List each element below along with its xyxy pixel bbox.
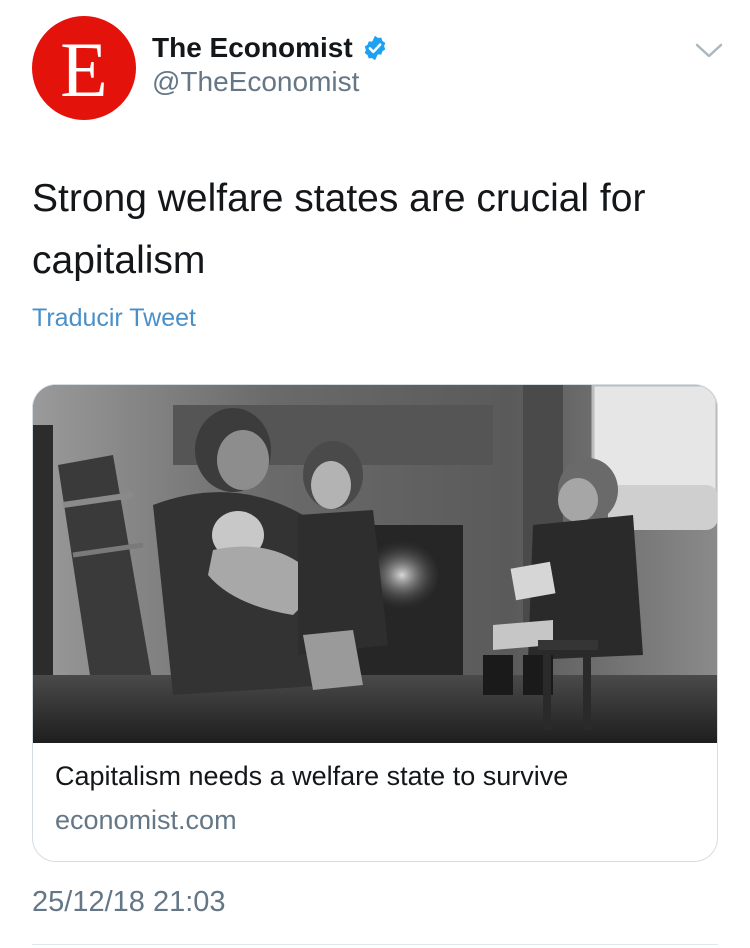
link-card[interactable]: Capitalism needs a welfare state to surv… — [32, 384, 718, 862]
card-image[interactable] — [33, 385, 717, 743]
author-handle[interactable]: @TheEconomist — [152, 66, 359, 98]
verified-badge-icon — [364, 35, 385, 61]
avatar[interactable]: E — [32, 16, 136, 120]
author-name-row[interactable]: The Economist — [152, 28, 389, 68]
card-photo — [33, 385, 717, 743]
card-title[interactable]: Capitalism needs a welfare state to surv… — [55, 761, 568, 792]
avatar-letter: E — [60, 26, 108, 113]
display-name[interactable]: The Economist — [152, 32, 353, 64]
chevron-down-icon[interactable] — [694, 40, 724, 62]
card-domain: economist.com — [55, 805, 237, 835]
tweet-timestamp[interactable]: 25/12/18 21:03 — [32, 886, 226, 919]
divider — [32, 944, 718, 945]
translate-tweet-link[interactable]: Traducir Tweet — [32, 304, 196, 333]
tweet-text: Strong welfare states are crucial for ca… — [32, 177, 646, 282]
